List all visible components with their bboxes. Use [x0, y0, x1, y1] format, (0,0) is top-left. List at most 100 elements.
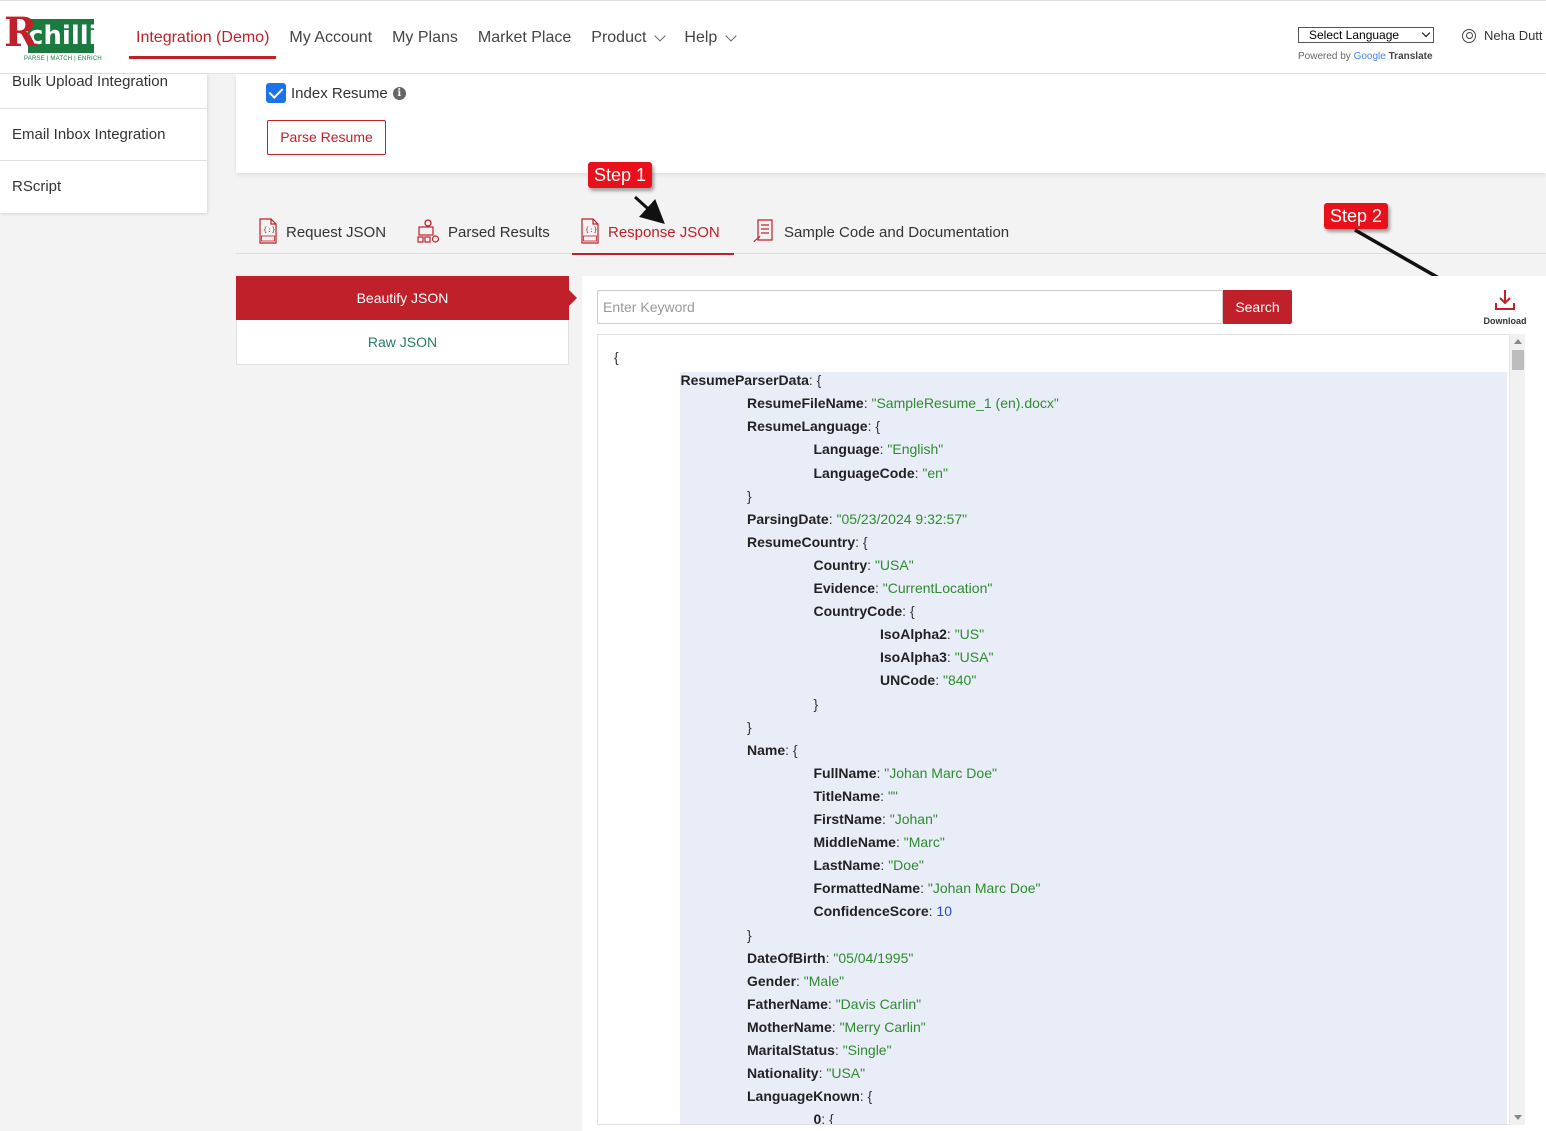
json-punctuation: : { [859, 1088, 873, 1105]
json-line: UNCode: "840" [880, 672, 976, 688]
json-key: ResumeParserData [680, 372, 809, 389]
json-separator: : [895, 834, 904, 851]
scroll-up-arrow-icon[interactable] [1514, 339, 1522, 344]
logo-wordmark: chilli [28, 19, 98, 53]
json-separator: : [831, 1018, 840, 1035]
json-string-value: "en" [922, 464, 948, 481]
json-separator: : [881, 811, 890, 827]
nav-product[interactable]: Product [581, 1, 674, 75]
keyword-search-input[interactable] [597, 290, 1223, 324]
user-menu[interactable]: Neha Dutt [1462, 28, 1543, 43]
info-icon[interactable]: i [392, 86, 406, 100]
download-button[interactable]: Download [1480, 288, 1530, 326]
json-key: ParsingDate [747, 510, 829, 527]
nav-my-account[interactable]: My Account [279, 1, 382, 75]
parse-resume-button[interactable]: Parse Resume [267, 120, 386, 155]
tab-response-json[interactable]: {:} Response JSON [572, 218, 734, 255]
json-key: Evidence [813, 580, 875, 596]
json-key: CountryCode [813, 603, 903, 620]
translate-link[interactable]: Translate [1389, 51, 1433, 62]
json-key: Gender [747, 972, 797, 989]
parse-options-panel: Index Resume i Parse Resume [236, 74, 1546, 173]
powered-by-text: Powered by [1298, 51, 1351, 62]
tab-sample-code[interactable]: Sample Code and Documentation [752, 219, 1009, 254]
json-line: LanguageCode: "en" [814, 465, 948, 481]
json-line: 0: { [814, 1111, 834, 1124]
nav-integration-demo[interactable]: Integration (Demo) [126, 1, 279, 75]
nav-market-place[interactable]: Market Place [468, 1, 581, 75]
tab-request-json[interactable]: {:} Request JSON [258, 218, 386, 254]
json-separator: : [867, 556, 875, 573]
nav-label: My Account [289, 29, 373, 46]
json-content[interactable]: { ResumeParserData : { ResumeFileName: "Sam… [597, 334, 1523, 1125]
chevron-down-icon [654, 29, 667, 42]
json-file-icon: {:} [581, 218, 599, 244]
json-key: ConfidenceScore [813, 903, 929, 920]
json-separator: : [946, 626, 955, 643]
json-key: LanguageCode [813, 464, 915, 481]
json-line: } [747, 488, 752, 504]
json-line: FatherName: "Davis Carlin" [747, 996, 921, 1012]
json-number-value: 10 [936, 903, 952, 920]
powered-by-google-translate: Powered by Google Translate [1298, 51, 1434, 62]
json-line: DateOfBirth: "05/04/1995" [747, 950, 913, 966]
json-string-value: "CurrentLocation" [882, 580, 993, 596]
nav-my-plans[interactable]: My Plans [382, 1, 468, 75]
search-button[interactable]: Search [1223, 290, 1292, 324]
json-string-value: "05/23/2024 9:32:57" [836, 510, 968, 527]
json-scrollbar[interactable] [1509, 334, 1525, 1125]
json-line: FirstName: "Johan" [814, 811, 938, 827]
sidebar-item-rscript[interactable]: RScript [0, 161, 207, 213]
json-line: Name: { [747, 742, 798, 758]
nav-label: Product [591, 29, 647, 46]
json-line: FullName: "Johan Marc Doe" [814, 765, 997, 781]
json-separator: : [935, 672, 944, 689]
json-string-value: "Marc" [903, 834, 945, 851]
user-icon [1462, 28, 1476, 43]
nav-label: Market Place [477, 29, 572, 46]
sidebar-item-label: Email Inbox Integration [12, 126, 166, 143]
json-line: LanguageKnown: { [747, 1088, 872, 1104]
json-line: ResumeFileName: "SampleResume_1 (en).doc… [747, 395, 1059, 411]
scroll-thumb[interactable] [1512, 350, 1524, 370]
json-separator: : [827, 995, 836, 1012]
json-key: Country [813, 556, 868, 573]
json-string-value: "Single" [842, 1042, 892, 1058]
tab-parsed-results[interactable]: Parsed Results [416, 219, 550, 254]
json-line: ResumeLanguage: { [747, 418, 880, 434]
json-key: Nationality [747, 1065, 819, 1082]
sidebar-item-email-inbox[interactable]: Email Inbox Integration [0, 109, 207, 161]
scroll-down-arrow-icon[interactable] [1514, 1115, 1522, 1120]
chevron-down-icon [1421, 28, 1431, 38]
json-line: ResumeCountry: { [747, 534, 868, 550]
sidebar-item-bulk-upload[interactable]: Bulk Upload Integration [0, 74, 207, 109]
json-string-value: "SampleResume_1 (en).docx" [871, 395, 1059, 412]
json-string-value: "Merry Carlin" [839, 1018, 926, 1035]
raw-json-button[interactable]: Raw JSON [237, 320, 568, 364]
index-resume-checkbox[interactable] [266, 83, 286, 103]
sidebar: Bulk Upload Integration Email Inbox Inte… [0, 74, 207, 213]
index-resume-option: Index Resume i [266, 83, 406, 103]
json-punctuation: : { [855, 533, 868, 550]
json-line: Country: "USA" [814, 557, 914, 573]
tab-label: Parsed Results [448, 224, 550, 241]
beautify-json-button[interactable]: Beautify JSON [236, 276, 577, 320]
language-select[interactable]: Select Language [1298, 27, 1434, 43]
parsed-results-icon [417, 219, 440, 243]
json-punctuation: } [747, 926, 752, 943]
json-line: { [614, 349, 619, 365]
json-line: } [747, 927, 752, 943]
json-string-value: "English" [887, 441, 944, 458]
json-line: MotherName: "Merry Carlin" [747, 1019, 926, 1035]
json-string-value: "Johan" [889, 811, 938, 827]
nav-help[interactable]: Help [674, 1, 745, 75]
json-string-value: "Johan Marc Doe" [884, 764, 997, 781]
google-logo[interactable]: Google [1354, 51, 1386, 62]
rchilli-logo[interactable]: chilli R PARSE | MATCH | ENRICH [4, 13, 102, 63]
json-key: Language [813, 441, 880, 458]
json-punctuation: : { [902, 603, 915, 620]
json-line: Language: "English" [814, 441, 944, 457]
json-string-value: "Doe" [888, 857, 924, 874]
tab-label: Response JSON [608, 224, 720, 241]
json-punctuation: } [813, 695, 819, 712]
